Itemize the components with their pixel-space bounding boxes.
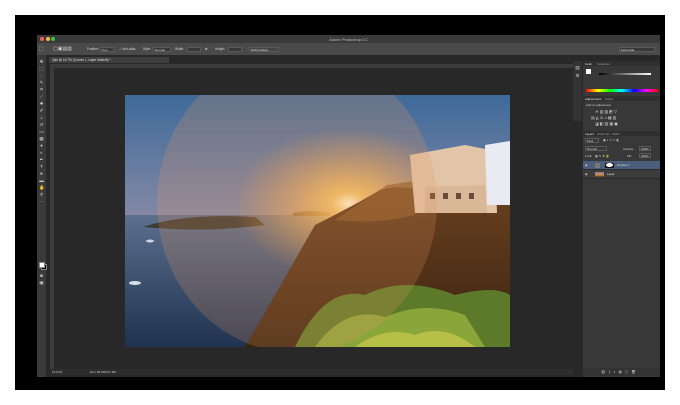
layer-thumbnail xyxy=(595,171,604,177)
swap-icon[interactable]: ⇄ xyxy=(205,47,208,51)
properties-panel-icon[interactable]: ⚙ xyxy=(575,73,580,78)
foreground-color-swatch[interactable] xyxy=(38,262,45,268)
color-panel-tabs: Color Swatches xyxy=(583,61,660,66)
title-bar: Adobe Photoshop CC xyxy=(37,35,660,43)
adjustment-icons-row-2[interactable]: ▤◭⚖◑▦▥ xyxy=(591,115,617,120)
doc-info[interactable]: Doc: 86.9M/117.8M xyxy=(90,369,116,375)
crop-tool-icon[interactable]: ⌗ xyxy=(39,87,44,92)
feather-input[interactable]: 0 px xyxy=(100,46,114,52)
height-label: Height: xyxy=(215,47,226,51)
layer-name: Layer xyxy=(607,172,615,176)
fill-label: Fill: xyxy=(627,154,632,158)
photoshop-window: Adobe Photoshop CC ⬚ ▢▣▤▥ Feather: 0 px … xyxy=(37,35,660,377)
tab-color[interactable]: Color xyxy=(585,62,592,66)
layer-row-curves[interactable]: ◉ Curves 1 xyxy=(583,161,660,170)
hand-tool-icon[interactable]: ✋ xyxy=(39,185,45,190)
style-select[interactable]: Normal xyxy=(153,46,171,52)
feather-label: Feather: xyxy=(87,47,99,51)
document-canvas[interactable] xyxy=(125,95,510,347)
marquee-tool-icon[interactable]: ⬚ xyxy=(39,46,44,52)
lock-icons[interactable]: ▦✎✥🔒 xyxy=(595,154,611,158)
adjustment-icons-row-1[interactable]: ☀▥▨◩▽ xyxy=(595,109,618,114)
adjustment-thumbnail-icon xyxy=(595,162,600,168)
fill-input[interactable]: 100% xyxy=(639,153,651,158)
layers-panel-tabs: Layers Channels Paths xyxy=(583,131,660,136)
antialias-label: Anti-alias xyxy=(122,47,136,51)
status-bar: 16.67% Doc: 86.9M/117.8M xyxy=(50,369,573,375)
type-tool-icon[interactable]: T xyxy=(39,164,44,169)
vertical-ruler xyxy=(50,64,54,374)
tab-paths[interactable]: Paths xyxy=(612,132,620,136)
lock-label: Lock: xyxy=(585,154,593,158)
antialias-checkbox[interactable]: ✓ Anti-alias xyxy=(119,47,136,51)
width-label: Width: xyxy=(175,47,185,51)
layers-footer: ⛓ƒ◐▤▢🗑 xyxy=(583,368,660,376)
gradient-tool-icon[interactable]: ▦ xyxy=(39,136,44,141)
document-tab[interactable]: Zykl @ 16.7% (Curves 1, Layer Mask/8) * xyxy=(49,57,169,63)
layer-row-photo[interactable]: ◉ Layer xyxy=(583,170,660,179)
panel-dock: ▤ ⚙ xyxy=(573,61,582,121)
tab-channels[interactable]: Channels xyxy=(597,132,610,136)
move-tool-icon[interactable]: ✥ xyxy=(39,59,44,64)
quick-select-tool-icon[interactable]: ✎ xyxy=(39,80,44,85)
quick-mask-icon[interactable]: ◙ xyxy=(39,273,44,278)
right-panels: Color Swatches Adjustments Styles Add an… xyxy=(583,61,660,377)
opacity-input[interactable]: 100% xyxy=(639,146,651,151)
history-panel-icon[interactable]: ▤ xyxy=(575,65,580,70)
opacity-label: Opacity: xyxy=(623,147,635,151)
stamp-tool-icon[interactable]: ⊥ xyxy=(39,115,44,120)
layers-footer-icons[interactable]: ⛓ƒ◐▤▢🗑 xyxy=(601,370,639,374)
shape-tool-icon[interactable]: ▬ xyxy=(39,178,44,183)
tab-layers[interactable]: Layers xyxy=(585,132,594,136)
color-slider[interactable] xyxy=(599,73,651,75)
window-title: Adobe Photoshop CC xyxy=(329,36,368,42)
healing-tool-icon[interactable]: ✚ xyxy=(39,101,44,106)
visibility-eye-icon[interactable]: ◉ xyxy=(585,172,588,176)
photo-santorini-sunset xyxy=(125,95,510,347)
tab-styles[interactable]: Styles xyxy=(605,97,613,101)
options-bar: ⬚ ▢▣▤▥ Feather: 0 px ✓ Anti-alias Style:… xyxy=(37,43,660,55)
zoom-tool-icon[interactable]: ⚲ xyxy=(39,192,44,197)
adjustment-icons-row-3[interactable]: ◪◧▧▩▣ xyxy=(595,121,619,126)
height-input[interactable] xyxy=(228,46,242,52)
adjustments-panel-tabs: Adjustments Styles xyxy=(583,96,660,101)
zoom-level[interactable]: 16.67% xyxy=(52,369,62,375)
tools-panel: ✥ ⬚ ◌ ✎ ⌗ ⟋ ✚ ✐ ⊥ ↺ ▭ ▦ ● ◐ ✒ T ➤ ▬ ✋ ⚲ … xyxy=(37,55,47,377)
tab-swatches[interactable]: Swatches xyxy=(597,62,610,66)
tab-adjustments[interactable]: Adjustments xyxy=(585,97,602,101)
history-brush-tool-icon[interactable]: ↺ xyxy=(39,122,44,127)
blur-tool-icon[interactable]: ● xyxy=(39,143,44,148)
marquee-tool-icon[interactable]: ⬚ xyxy=(39,66,44,71)
document-tab-label: Zykl @ 16.7% (Curves 1, Layer Mask/8) * xyxy=(52,58,111,62)
eraser-tool-icon[interactable]: ▭ xyxy=(39,129,44,134)
refine-edge-button[interactable]: Refine Edge... xyxy=(249,46,279,52)
color-fg-swatch[interactable] xyxy=(586,69,591,74)
dodge-tool-icon[interactable]: ◐ xyxy=(39,150,44,155)
layer-filter-icons[interactable]: ▣◐T▭◧ xyxy=(603,138,620,142)
layer-mask-thumbnail[interactable] xyxy=(605,162,614,168)
horizontal-ruler xyxy=(50,64,573,68)
monitor-frame: Adobe Photoshop CC ⬚ ▢▣▤▥ Feather: 0 px … xyxy=(15,15,665,390)
workspace-select[interactable]: Essentials xyxy=(619,46,655,52)
screen-mode-icon[interactable]: ▣ xyxy=(39,280,44,285)
adjustments-heading: Add an adjustment xyxy=(586,103,612,107)
lasso-tool-icon[interactable]: ◌ xyxy=(39,73,44,78)
brush-tool-icon[interactable]: ✐ xyxy=(39,108,44,113)
layer-name: Curves 1 xyxy=(617,163,630,167)
more-tools-icon[interactable]: ⋯ xyxy=(39,199,44,204)
path-select-tool-icon[interactable]: ➤ xyxy=(39,171,44,176)
layer-filter-select[interactable]: Kind xyxy=(585,138,599,143)
color-spectrum[interactable] xyxy=(586,89,658,92)
visibility-eye-icon[interactable]: ◉ xyxy=(585,163,588,167)
width-input[interactable] xyxy=(187,46,201,52)
style-label: Style: xyxy=(143,47,151,51)
eyedropper-tool-icon[interactable]: ⟋ xyxy=(39,94,44,99)
blend-mode-select[interactable]: Normal xyxy=(585,146,607,151)
selection-mode-icons[interactable]: ▢▣▤▥ xyxy=(53,46,72,52)
pen-tool-icon[interactable]: ✒ xyxy=(39,157,44,162)
